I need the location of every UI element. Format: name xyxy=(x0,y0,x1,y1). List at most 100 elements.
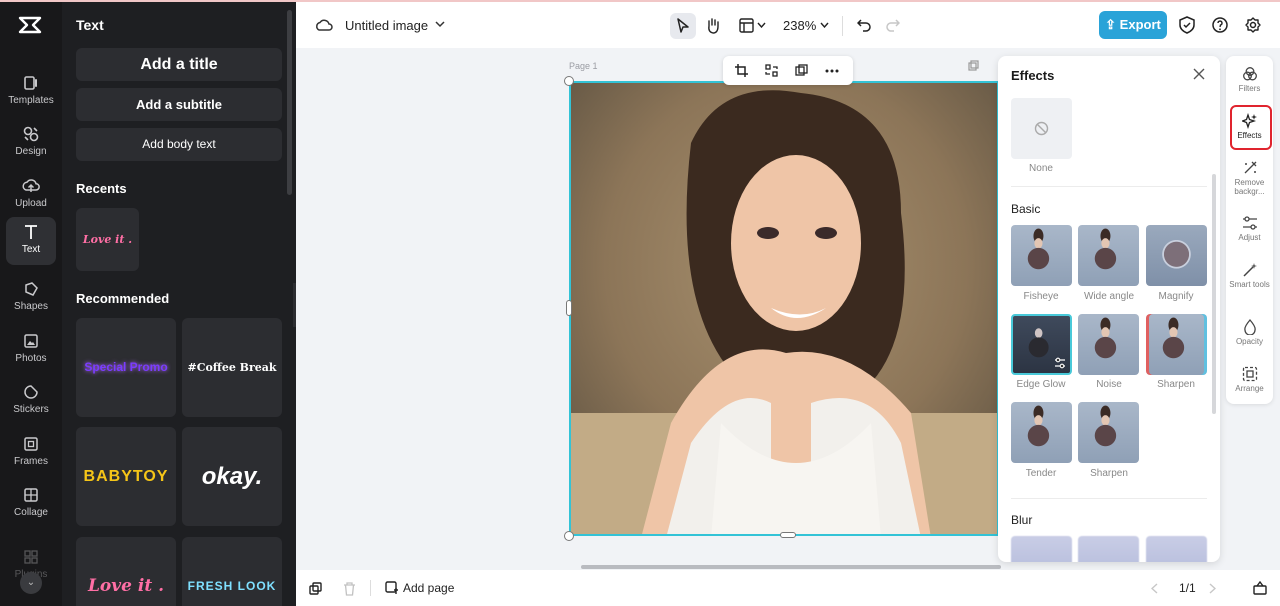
rail-item-shapes[interactable]: Shapes xyxy=(6,274,56,322)
help-icon[interactable] xyxy=(1212,17,1228,33)
right-rail-filters[interactable]: Filters xyxy=(1228,66,1271,93)
effects-highlight-box xyxy=(1230,105,1272,150)
rail-item-photos[interactable]: Photos xyxy=(6,326,56,374)
resize-handle[interactable] xyxy=(566,300,572,316)
chevron-down-icon[interactable] xyxy=(757,22,766,28)
cursor-icon xyxy=(677,18,689,33)
resize-handle[interactable] xyxy=(564,531,574,541)
resize-handle[interactable] xyxy=(564,76,574,86)
effect-none-tile[interactable] xyxy=(1011,98,1072,159)
text-style-card[interactable]: FRESH LOOK xyxy=(182,537,282,606)
effects-scrollbar[interactable] xyxy=(1212,174,1216,414)
undo-icon[interactable] xyxy=(857,18,871,32)
rail-item-collage[interactable]: Collage xyxy=(6,480,56,528)
effect-tile-magnify[interactable] xyxy=(1146,225,1207,286)
effect-tile-blur[interactable] xyxy=(1011,536,1072,562)
layout-icon[interactable] xyxy=(739,18,754,33)
basic-heading: Basic xyxy=(1011,202,1041,216)
adjust-sliders-icon[interactable] xyxy=(1053,356,1067,370)
settings-gear-icon[interactable] xyxy=(1245,17,1261,33)
resize-handle[interactable] xyxy=(780,532,796,538)
crop-icon[interactable] xyxy=(735,64,748,77)
rail-item-templates[interactable]: Templates xyxy=(6,68,56,116)
effects-panel: Effects None Basic Fisheye Wide angle Ma… xyxy=(998,56,1220,562)
effect-tile-tender[interactable] xyxy=(1011,402,1072,463)
replace-icon[interactable] xyxy=(765,64,778,77)
effect-label: Tender xyxy=(1025,468,1057,479)
expand-down-icon[interactable]: ⌄ xyxy=(20,572,42,594)
redo-icon[interactable] xyxy=(886,18,900,32)
text-style-card[interactable]: Special Promo xyxy=(76,318,176,417)
shield-icon[interactable] xyxy=(1179,16,1195,34)
effect-label: Magnify xyxy=(1158,291,1194,302)
right-rail-smart-tools[interactable]: Smart tools xyxy=(1228,262,1271,289)
duplicate-icon[interactable] xyxy=(309,582,323,596)
rail-item-frames[interactable]: Frames xyxy=(6,429,56,477)
more-options-icon[interactable] xyxy=(825,69,839,73)
copy-icon[interactable] xyxy=(795,64,808,77)
text-style-card[interactable]: #Coffee Break xyxy=(182,318,282,417)
capcut-logo-icon[interactable] xyxy=(17,14,43,36)
export-button[interactable]: ⇪ Export xyxy=(1099,11,1167,39)
rail-item-text[interactable]: Text xyxy=(6,217,56,265)
rail-label: Collage xyxy=(14,507,48,518)
effect-label: Fisheye xyxy=(1023,291,1059,302)
rail-item-design[interactable]: Design xyxy=(6,119,56,167)
right-rail-opacity[interactable]: Opacity xyxy=(1228,319,1271,346)
add-body-text-button[interactable]: Add body text xyxy=(76,128,282,161)
rail-label: Design xyxy=(15,146,47,157)
effect-tile-sharpen[interactable] xyxy=(1146,314,1207,375)
divider xyxy=(1011,498,1207,499)
left-rail: Templates Design Upload Text Shapes Phot… xyxy=(0,2,62,606)
canvas-photo[interactable] xyxy=(569,81,999,536)
rail-item-stickers[interactable]: Stickers xyxy=(6,377,56,425)
chevron-down-icon[interactable] xyxy=(435,20,445,28)
text-icon xyxy=(25,225,37,239)
portrait-image xyxy=(571,83,997,534)
text-style-card[interactable]: BABYTOY xyxy=(76,427,176,526)
rail-label: Shapes xyxy=(14,301,48,312)
effect-label: Sharpen xyxy=(1090,468,1128,479)
effect-tile-wide-angle[interactable] xyxy=(1078,225,1139,286)
text-style-card[interactable]: okay. xyxy=(182,427,282,526)
document-title[interactable]: Untitled image xyxy=(345,18,428,33)
effect-tile-blur[interactable] xyxy=(1146,536,1207,562)
rail-label: Text xyxy=(21,244,41,255)
effect-tile-blur[interactable] xyxy=(1078,536,1139,562)
recent-text-item[interactable]: Love it . xyxy=(76,208,139,271)
rail-item-upload[interactable]: Upload xyxy=(6,171,56,219)
effect-tile-edge-glow[interactable] xyxy=(1011,314,1072,375)
collage-icon xyxy=(24,488,38,502)
chevron-down-icon[interactable] xyxy=(820,22,829,28)
effect-label: Wide angle xyxy=(1083,291,1135,302)
effect-tile-sharpen-2[interactable] xyxy=(1078,402,1139,463)
previous-page-icon[interactable] xyxy=(1151,583,1158,594)
add-page-button[interactable]: Add page xyxy=(403,581,454,595)
pages-panel-icon[interactable] xyxy=(1253,581,1267,595)
recommended-heading: Recommended xyxy=(76,291,170,306)
frames-icon xyxy=(24,437,38,451)
opacity-drop-icon xyxy=(1243,319,1256,335)
right-rail-remove-background[interactable]: Remove backgr... xyxy=(1228,160,1271,196)
text-style-card[interactable]: Love it . xyxy=(76,537,176,606)
effect-tile-fisheye[interactable] xyxy=(1011,225,1072,286)
close-icon[interactable] xyxy=(1193,68,1205,80)
panel-scrollbar[interactable] xyxy=(287,10,292,195)
cloud-save-icon[interactable] xyxy=(315,17,333,33)
next-page-icon[interactable] xyxy=(1209,583,1216,594)
trash-icon[interactable] xyxy=(343,582,356,596)
hand-tool-icon[interactable] xyxy=(705,17,721,34)
page-counter: 1/1 xyxy=(1179,581,1196,595)
duplicate-page-icon[interactable] xyxy=(968,60,979,71)
right-rail-label: Filters xyxy=(1238,84,1261,93)
rail-label: Stickers xyxy=(13,404,49,415)
effect-tile-noise[interactable] xyxy=(1078,314,1139,375)
right-rail-arrange[interactable]: Arrange xyxy=(1228,366,1271,393)
effect-label: None xyxy=(1029,163,1053,174)
right-rail-adjust[interactable]: Adjust xyxy=(1228,215,1271,242)
adjust-icon xyxy=(1242,216,1257,230)
add-subtitle-button[interactable]: Add a subtitle xyxy=(76,88,282,121)
horizontal-scrollbar[interactable] xyxy=(581,565,1001,569)
add-title-button[interactable]: Add a title xyxy=(76,48,282,81)
zoom-level[interactable]: 238% xyxy=(783,18,816,33)
